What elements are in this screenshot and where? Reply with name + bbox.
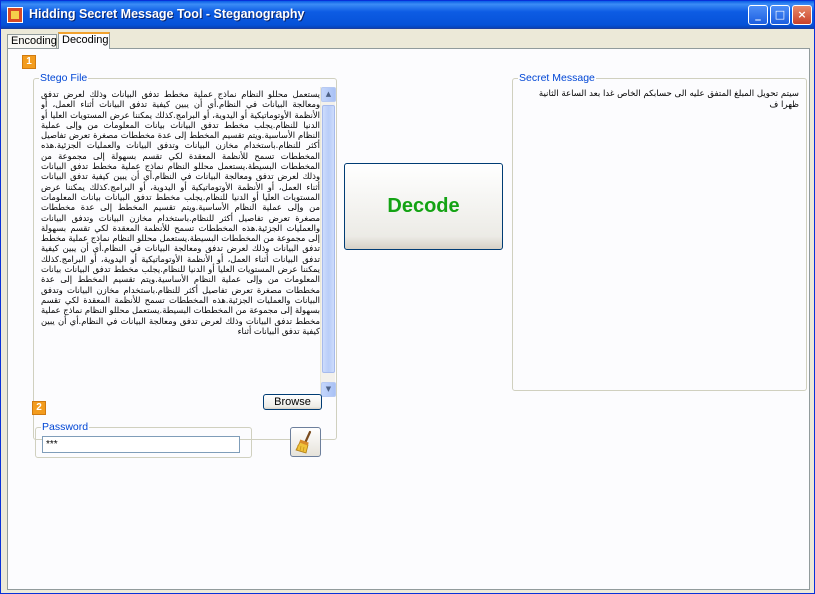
stego-file-group: Stego File يستعمل محللو النظام نماذج عمل…	[33, 72, 337, 442]
tab-decoding[interactable]: Decoding	[58, 32, 110, 49]
stego-file-textbox[interactable]: يستعمل محللو النظام نماذج عملية مخطط تدف…	[41, 89, 320, 442]
clear-button[interactable]	[290, 427, 321, 457]
secret-message-label: Secret Message	[518, 72, 596, 84]
scroll-thumb[interactable]	[322, 105, 335, 373]
secret-message-textbox[interactable]: سيتم تحويل المبلغ المتفق عليه الى حسابكم…	[521, 89, 799, 111]
step-one-badge: 1	[22, 55, 36, 69]
app-window: Hidding Secret Message Tool - Steganogra…	[0, 0, 815, 594]
step-two-badge: 2	[32, 401, 46, 415]
tab-encoding[interactable]: Encoding	[7, 34, 57, 49]
password-label: Password	[41, 421, 90, 433]
decoding-tab-page: 1 Stego File يستعمل محللو النظام نماذج ع…	[7, 48, 810, 590]
broom-icon	[295, 430, 312, 454]
minimize-button[interactable]: _	[748, 5, 768, 25]
scroll-up-arrow-icon[interactable]: ▲	[321, 87, 336, 102]
scroll-down-arrow-icon[interactable]: ▼	[321, 382, 336, 397]
title-bar[interactable]: Hidding Secret Message Tool - Steganogra…	[1, 1, 814, 29]
decode-button[interactable]: Decode	[344, 163, 503, 250]
stego-scrollbar[interactable]: ▲ ▼	[320, 87, 336, 397]
close-button[interactable]: ×	[792, 5, 812, 25]
app-icon	[7, 7, 23, 23]
password-input[interactable]: ***	[42, 436, 240, 453]
browse-button[interactable]: Browse	[263, 394, 322, 410]
window-title: Hidding Secret Message Tool - Steganogra…	[29, 7, 305, 21]
maximize-button[interactable]: □	[770, 5, 790, 25]
secret-message-group: Secret Message سيتم تحويل المبلغ المتفق …	[512, 72, 807, 391]
stego-file-label: Stego File	[39, 72, 89, 84]
